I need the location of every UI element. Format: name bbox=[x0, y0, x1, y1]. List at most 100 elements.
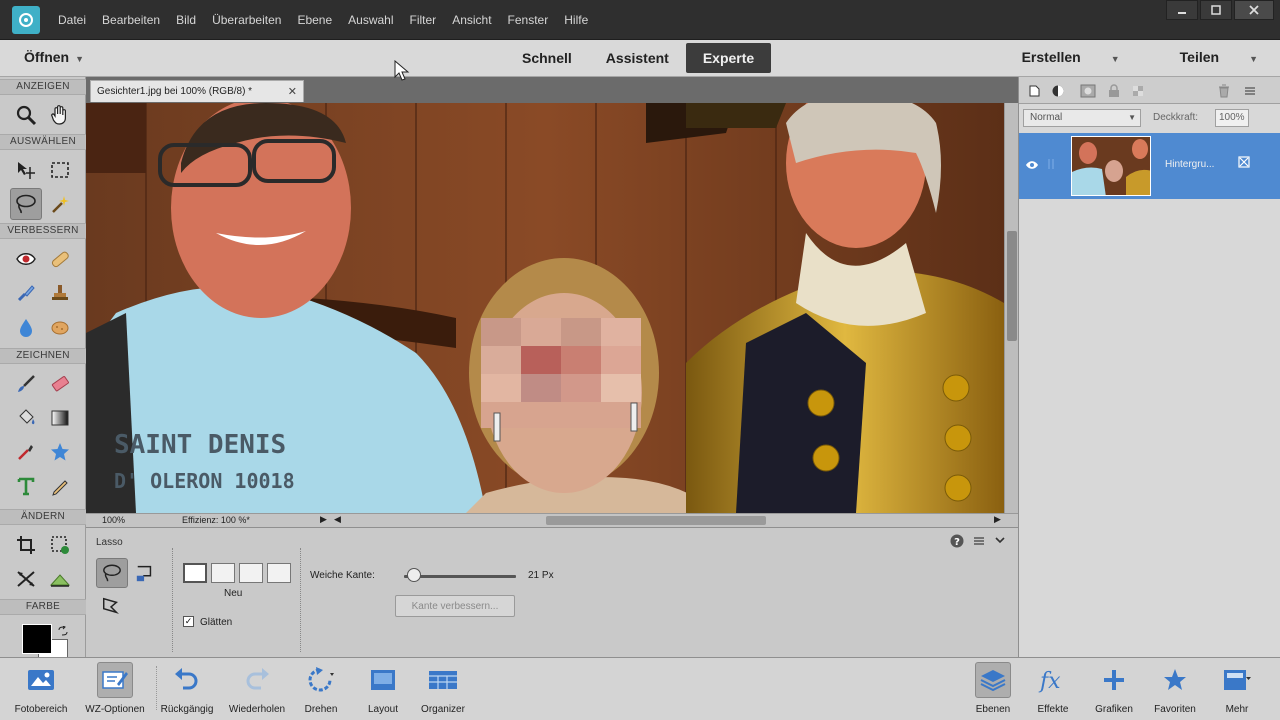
polygonal-lasso-icon[interactable] bbox=[96, 591, 126, 621]
brush-tool-icon[interactable] bbox=[10, 368, 42, 400]
menu-filter[interactable]: Filter bbox=[402, 13, 445, 27]
vertical-scrollbar[interactable] bbox=[1004, 103, 1018, 513]
menu-ueberarbeiten[interactable]: Überarbeiten bbox=[204, 13, 289, 27]
menu-fenster[interactable]: Fenster bbox=[500, 13, 557, 27]
smooth-label: Glätten bbox=[200, 617, 233, 628]
chevron-down-icon: ▼ bbox=[1128, 113, 1136, 122]
help-icon[interactable]: ? bbox=[950, 534, 964, 551]
magic-wand-icon[interactable] bbox=[44, 188, 76, 220]
menu-ansicht[interactable]: Ansicht bbox=[444, 13, 499, 27]
bottom-bar: Fotobereich WZ-Optionen Rückgängig Wiede… bbox=[0, 657, 1280, 720]
healing-brush-icon[interactable] bbox=[44, 243, 76, 275]
hand-tool-icon[interactable] bbox=[44, 99, 76, 131]
move-tool-icon[interactable] bbox=[10, 154, 42, 186]
organizer-icon bbox=[425, 662, 461, 698]
background-lock-icon[interactable] bbox=[1237, 155, 1253, 176]
maximize-button[interactable] bbox=[1200, 0, 1232, 20]
menu-bearbeiten[interactable]: Bearbeiten bbox=[94, 13, 168, 27]
tool-options-button[interactable]: WZ-Optionen bbox=[78, 662, 152, 717]
lock-all-icon[interactable] bbox=[1105, 82, 1123, 100]
share-button[interactable]: Teilen ▼ bbox=[1150, 49, 1258, 65]
new-adjustment-layer-icon[interactable] bbox=[1049, 82, 1067, 100]
menu-auswahl[interactable]: Auswahl bbox=[340, 13, 401, 27]
svg-text:fx: fx bbox=[1038, 669, 1061, 693]
document-tab[interactable]: Gesichter1.jpg bei 100% (RGB/8) * ✕ bbox=[90, 80, 304, 102]
menu-ebene[interactable]: Ebene bbox=[289, 13, 340, 27]
clone-stamp-icon[interactable] bbox=[44, 277, 76, 309]
scroll-left-icon[interactable]: ◀ bbox=[334, 514, 341, 525]
scroll-right-icon[interactable]: ▶ bbox=[994, 514, 1001, 525]
straighten-tool-icon[interactable] bbox=[44, 563, 76, 595]
section-auswaehlen: AUSWÄHLEN bbox=[0, 134, 86, 150]
menu-bild[interactable]: Bild bbox=[168, 13, 204, 27]
layers-panel: Normal ▼ Deckkraft: 100% Hintergru... bbox=[1018, 77, 1280, 657]
crop-tool-icon[interactable] bbox=[10, 529, 42, 561]
tab-assistent[interactable]: Assistent bbox=[589, 43, 686, 73]
menu-datei[interactable]: Datei bbox=[50, 13, 94, 27]
tab-schnell[interactable]: Schnell bbox=[505, 43, 589, 73]
zoom-level[interactable]: 100% bbox=[102, 515, 125, 525]
photoshop-elements-window: Datei Bearbeiten Bild Überarbeiten Ebene… bbox=[0, 0, 1280, 720]
lasso-option-icon[interactable] bbox=[96, 558, 128, 588]
sponge-tool-icon[interactable] bbox=[44, 311, 76, 343]
panel-menu-icon[interactable] bbox=[972, 534, 986, 551]
redo-button[interactable]: Wiederholen bbox=[220, 662, 294, 717]
close-tab-icon[interactable]: ✕ bbox=[288, 85, 297, 98]
lasso-tool-icon[interactable] bbox=[10, 188, 42, 220]
opacity-input[interactable]: 100% bbox=[1215, 109, 1249, 127]
minimize-button[interactable] bbox=[1166, 0, 1198, 20]
feather-slider-handle[interactable] bbox=[407, 568, 422, 582]
create-button[interactable]: Erstellen ▼ bbox=[992, 49, 1120, 65]
zoom-tool-icon[interactable] bbox=[10, 99, 42, 131]
blur-tool-icon[interactable] bbox=[10, 311, 42, 343]
collapse-panel-icon[interactable] bbox=[994, 534, 1006, 551]
add-to-selection-mode[interactable] bbox=[211, 563, 235, 583]
more-button[interactable]: Mehr bbox=[1200, 662, 1274, 717]
close-window-button[interactable] bbox=[1234, 0, 1274, 20]
refine-edge-button[interactable]: Kante verbessern... bbox=[395, 595, 515, 617]
magnetic-lasso-icon[interactable] bbox=[130, 558, 160, 588]
eyedropper-icon[interactable] bbox=[10, 436, 42, 468]
vertical-scroll-thumb[interactable] bbox=[1007, 231, 1017, 341]
recompose-tool-icon[interactable] bbox=[44, 529, 76, 561]
blend-mode-value: Normal bbox=[1030, 112, 1063, 123]
photo-bin-button[interactable]: Fotobereich bbox=[4, 662, 78, 717]
foreground-color-swatch[interactable] bbox=[22, 624, 52, 654]
smooth-checkbox[interactable]: ✓ bbox=[183, 616, 194, 627]
undo-button[interactable]: Rückgängig bbox=[150, 662, 224, 717]
red-eye-tool-icon[interactable] bbox=[10, 243, 42, 275]
lock-transparency-icon[interactable] bbox=[1129, 82, 1147, 100]
chevron-down-icon: ▼ bbox=[75, 54, 85, 64]
layer-mask-icon[interactable] bbox=[1079, 82, 1097, 100]
new-layer-icon[interactable] bbox=[1025, 82, 1043, 100]
delete-layer-icon[interactable] bbox=[1215, 82, 1233, 100]
status-menu-arrow-icon[interactable]: ▶ bbox=[320, 514, 327, 525]
blend-mode-select[interactable]: Normal ▼ bbox=[1023, 109, 1141, 127]
horizontal-scroll-thumb[interactable] bbox=[546, 516, 766, 525]
eraser-tool-icon[interactable] bbox=[44, 368, 76, 400]
content-aware-move-icon[interactable] bbox=[10, 563, 42, 595]
text-tool-icon[interactable] bbox=[10, 470, 42, 502]
canvas-image[interactable]: SAINT DENIS D' OLERON 10018 bbox=[86, 103, 1004, 513]
app-logo-icon[interactable] bbox=[12, 6, 40, 34]
eye-icon[interactable] bbox=[1025, 157, 1039, 175]
organizer-button[interactable]: Organizer bbox=[406, 662, 480, 717]
swap-colors-icon[interactable] bbox=[58, 623, 68, 641]
gradient-tool-icon[interactable] bbox=[44, 402, 76, 434]
pencil-tool-icon[interactable] bbox=[44, 470, 76, 502]
tab-experte[interactable]: Experte bbox=[685, 43, 772, 73]
rectangular-marquee-icon[interactable] bbox=[44, 154, 76, 186]
open-button[interactable]: Öffnen ▼ bbox=[24, 49, 84, 65]
feather-label: Weiche Kante: bbox=[310, 570, 375, 581]
menu-hilfe[interactable]: Hilfe bbox=[556, 13, 596, 27]
paint-bucket-icon[interactable] bbox=[10, 402, 42, 434]
link-icon bbox=[1047, 157, 1055, 176]
subtract-from-selection-mode[interactable] bbox=[239, 563, 263, 583]
layers-menu-icon[interactable] bbox=[1241, 82, 1259, 100]
new-selection-mode[interactable] bbox=[183, 563, 207, 583]
more-panels-icon bbox=[1219, 662, 1255, 698]
layer-row-background[interactable]: Hintergru... bbox=[1019, 133, 1280, 199]
smart-brush-icon[interactable] bbox=[10, 277, 42, 309]
intersect-selection-mode[interactable] bbox=[267, 563, 291, 583]
custom-shape-icon[interactable] bbox=[44, 436, 76, 468]
